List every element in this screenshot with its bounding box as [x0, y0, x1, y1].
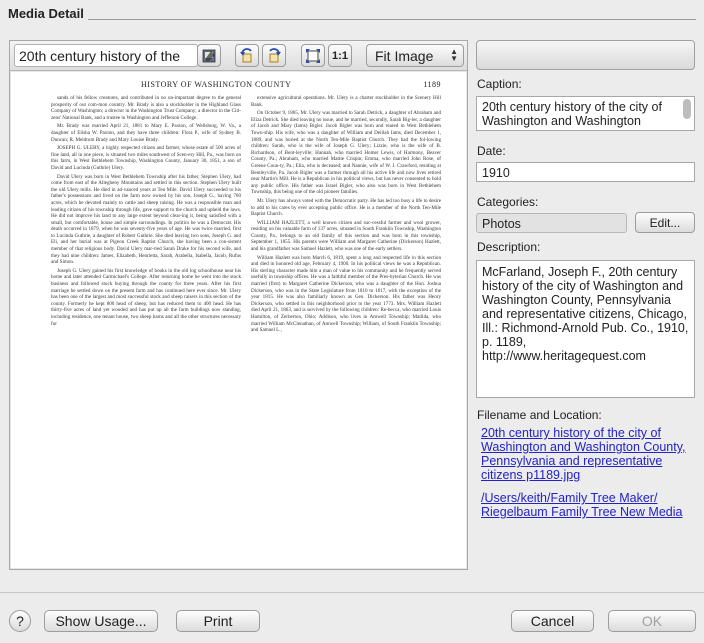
- date-label: Date:: [477, 144, 506, 158]
- actual-size-icon: 1:1: [332, 49, 348, 62]
- zoom-select-value: Fit Image: [375, 48, 434, 64]
- paragraph: WILLIAM HAZLETT, a well known citizen an…: [251, 219, 441, 253]
- cancel-button[interactable]: Cancel: [511, 610, 594, 632]
- paragraph: JOSEPH G. ULERY, a highly respected citi…: [51, 145, 241, 171]
- paragraph: David Ulery was born in West Bethlehem T…: [51, 173, 241, 266]
- filename-label: Filename and Location:: [477, 408, 602, 422]
- caption-field[interactable]: 20th century history of the city of Wash…: [476, 96, 695, 131]
- edit-image-button[interactable]: [197, 44, 221, 67]
- paragraph: William Hazlett was born March 6, 1819, …: [251, 254, 441, 334]
- print-button[interactable]: Print: [176, 610, 260, 632]
- page-column-right: extensive agricultural operations. Mr. U…: [251, 95, 441, 336]
- description-label: Description:: [477, 240, 541, 254]
- show-usage-button[interactable]: Show Usage...: [44, 610, 158, 632]
- edit-categories-button[interactable]: Edit...: [635, 212, 695, 233]
- dialog-title-row: Media Detail: [8, 4, 696, 22]
- zoom-select[interactable]: Fit Image ▲ ▼: [366, 44, 464, 67]
- date-field[interactable]: 1910: [476, 162, 695, 182]
- paragraph: On October 9, 1865, Mr. Ulery was marrie…: [251, 110, 441, 196]
- media-action-button[interactable]: [476, 40, 695, 70]
- select-arrows-icon: ▲ ▼: [450, 47, 458, 63]
- viewer-toolbar: 20th century history of the 1:1 Fit Imag…: [10, 41, 467, 71]
- help-button[interactable]: ?: [9, 610, 31, 632]
- paragraph: Joseph G. Ulery gained his first knowled…: [51, 267, 241, 327]
- caption-label: Caption:: [477, 77, 522, 91]
- image-preview[interactable]: HISTORY OF WASHINGTON COUNTY 1189 sands …: [11, 72, 466, 568]
- categories-label: Categories:: [477, 195, 539, 209]
- help-icon: ?: [16, 613, 24, 629]
- footer-divider: [0, 592, 704, 593]
- viewer-caption-field[interactable]: 20th century history of the: [14, 44, 198, 67]
- description-field[interactable]: McFarland, Joseph F., 20th century histo…: [476, 260, 695, 398]
- page-header-title: HISTORY OF WASHINGTON COUNTY: [141, 80, 292, 89]
- page-number: 1189: [423, 80, 441, 89]
- paragraph: Mr. Brady was married April 21, 1881 to …: [51, 123, 241, 143]
- categories-field: Photos: [476, 213, 627, 233]
- image-viewer: 20th century history of the 1:1 Fit Imag…: [9, 40, 468, 570]
- fit-window-button[interactable]: [301, 44, 325, 67]
- paragraph: extensive agricultural operations. Mr. U…: [251, 95, 441, 108]
- page-column-left: sands of his fellow creatures, and contr…: [51, 95, 241, 336]
- location-link-wrap: /Users/keith/Family Tree Maker/ Riegelba…: [481, 491, 693, 519]
- actual-size-button[interactable]: 1:1: [328, 44, 352, 67]
- filename-link-wrap: 20th century history of the city of Wash…: [481, 426, 693, 482]
- fit-window-icon: [306, 48, 320, 63]
- rotate-left-icon: [240, 47, 252, 62]
- page-header: HISTORY OF WASHINGTON COUNTY 1189: [141, 80, 441, 89]
- caption-scrollbar[interactable]: [683, 99, 691, 119]
- paragraph: Mr. Ulery has always voted with the Demo…: [251, 197, 441, 218]
- filename-link[interactable]: 20th century history of the city of Wash…: [481, 426, 686, 482]
- rotate-right-icon: [269, 47, 281, 62]
- rotate-right-button[interactable]: [262, 44, 286, 67]
- location-link[interactable]: /Users/keith/Family Tree Maker/ Riegelba…: [481, 491, 682, 519]
- paragraph: sands of his fellow creatures, and contr…: [51, 95, 241, 121]
- dialog-title: Media Detail: [8, 5, 84, 21]
- title-divider: [87, 18, 696, 20]
- rotate-left-button[interactable]: [235, 44, 259, 67]
- scanned-page: HISTORY OF WASHINGTON COUNTY 1189 sands …: [51, 80, 441, 336]
- ok-button[interactable]: OK: [608, 610, 696, 632]
- edit-image-icon: [202, 49, 216, 62]
